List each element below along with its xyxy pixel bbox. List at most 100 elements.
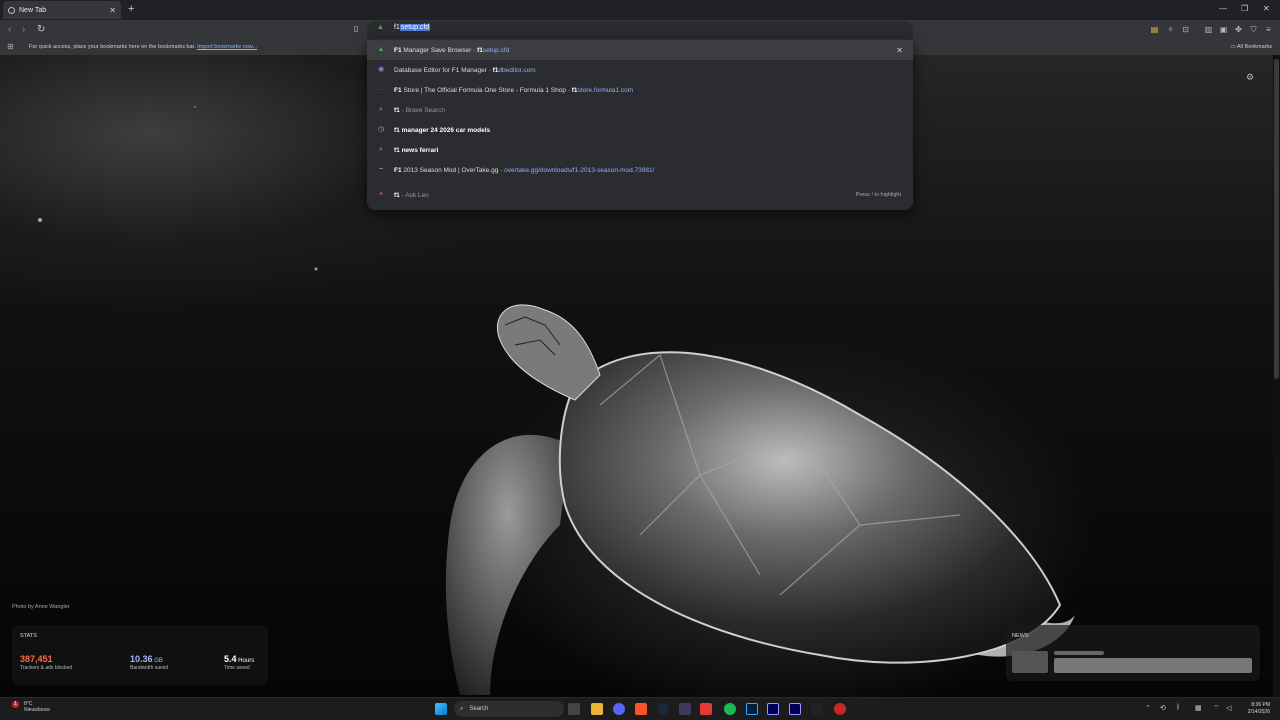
taskbar-search[interactable]: ⌕ Search xyxy=(454,701,564,717)
suggestion-item[interactable]: ⌕ f1 - Brave Search xyxy=(367,100,913,120)
language-icon[interactable]: ▦ xyxy=(1195,704,1202,712)
stat-value: 387,451 xyxy=(20,654,72,664)
new-tab-button[interactable]: + xyxy=(128,3,134,15)
suggestion-item[interactable]: ~ F1 2013 Season Mod | OverTake.gg - over… xyxy=(367,160,913,180)
screenshot-icon[interactable]: ⊡ xyxy=(1181,25,1190,34)
brave-icon[interactable] xyxy=(635,703,647,715)
photo-credit[interactable]: Photo by Anne Wangler xyxy=(12,604,70,610)
wallet-icon[interactable]: ▤ xyxy=(1150,25,1159,34)
autocomplete-selection: setup.cfd xyxy=(399,24,431,31)
photoshop-icon[interactable] xyxy=(746,703,758,715)
terminal-icon[interactable] xyxy=(811,703,823,715)
restore-button[interactable]: ❐ xyxy=(1241,4,1248,13)
system-clock[interactable]: 8:36 PM 2/14/2026 xyxy=(1248,702,1270,716)
extensions-icon[interactable]: ✧ xyxy=(1166,25,1175,34)
news-thumbnail-placeholder xyxy=(1012,651,1048,673)
stat-trackers: 387,451 Trackers & ads blocked xyxy=(20,654,72,671)
overtake-icon: ~ xyxy=(378,166,384,173)
address-bar[interactable] xyxy=(367,21,913,39)
premiere-icon[interactable] xyxy=(767,703,779,715)
suggestion-title: Store | The Official Formula One Store -… xyxy=(401,86,566,94)
tab-new-tab[interactable]: New Tab ✕ xyxy=(3,1,121,19)
suggestion-url: f1dbeditor.com xyxy=(492,66,536,74)
folder-icon: ▭ xyxy=(1230,44,1236,50)
news-widget[interactable]: NEWS xyxy=(1006,625,1260,681)
clock-time: 8:36 PM xyxy=(1251,702,1270,708)
remove-suggestion-icon[interactable]: ✕ xyxy=(896,46,903,55)
f1-icon: — xyxy=(377,86,385,93)
address-input[interactable]: f1 setup.cfd xyxy=(394,24,431,31)
app-icon[interactable] xyxy=(834,703,846,715)
stats-widget: STATS 387,451 Trackers & ads blocked 10.… xyxy=(12,625,268,685)
all-bookmarks-button[interactable]: ▭ All Bookmarks xyxy=(1230,44,1272,50)
taskbar: 1 8°C Nieuwbouw ⌕ Search ⌃ ⟲ ᛒ ▦ ⌔ ◁ 8:3… xyxy=(0,697,1280,720)
suggestion-title: Manager Save Browser xyxy=(401,46,472,54)
clock-date: 2/14/2026 xyxy=(1247,709,1270,715)
url-match: f1 xyxy=(477,46,483,54)
screen: New Tab ✕ + — ❐ ✕ ‹ › ↻ ▤ ✧ ⊡ ▥ ▣ ✤ ⛉ ≡ … xyxy=(0,0,1280,720)
suggestion-text: f1 news ferrari xyxy=(394,147,438,154)
stat-number: 10.36 xyxy=(130,654,153,664)
suggestion-text: f1 - Brave Search xyxy=(394,107,445,114)
split-view-icon[interactable]: ▣ xyxy=(1219,25,1228,34)
scrollbar-thumb[interactable] xyxy=(1274,59,1279,379)
brave-shields-icon[interactable]: ⛉ xyxy=(1249,25,1258,34)
sidebar-icon[interactable]: ▥ xyxy=(1204,25,1213,34)
bluetooth-icon[interactable]: ᛒ xyxy=(1176,704,1180,711)
site-icon: ◉ xyxy=(377,66,385,73)
globe-icon xyxy=(8,6,15,14)
file-explorer-icon[interactable] xyxy=(591,703,603,715)
search-icon: ⌕ xyxy=(379,106,383,113)
stat-label: Bandwidth saved xyxy=(130,665,169,671)
suggestion-item[interactable]: ⌕ f1 news ferrari xyxy=(367,140,913,160)
after-effects-icon[interactable] xyxy=(789,703,801,715)
back-button[interactable]: ‹ xyxy=(8,24,11,35)
tab-title: New Tab xyxy=(19,6,47,14)
suggestion-text: F1 Store | The Official Formula One Stor… xyxy=(394,87,633,94)
url-match: f1 xyxy=(571,86,578,94)
search-placeholder: Search xyxy=(469,706,489,712)
weather-widget[interactable]: 1 8°C Nieuwbouw xyxy=(12,701,50,713)
reload-button[interactable]: ↻ xyxy=(37,24,45,35)
minimize-button[interactable]: — xyxy=(1219,4,1227,13)
gear-icon[interactable]: ⚙ xyxy=(1246,72,1254,83)
apps-grid-icon[interactable]: ⊞ xyxy=(7,42,14,51)
menu-icon[interactable]: ≡ xyxy=(1264,25,1273,34)
suggestion-item[interactable]: ◷ f1 manager 24 2026 car models xyxy=(367,120,913,140)
history-icon: ◷ xyxy=(377,126,385,133)
suggestion-source: Brave Search xyxy=(405,106,445,114)
search-icon: ⌕ xyxy=(460,705,464,712)
network-icon[interactable]: ⟲ xyxy=(1160,704,1166,712)
suggestion-item[interactable]: ◉ Database Editor for F1 Manager - f1dbed… xyxy=(367,60,913,80)
volume-icon[interactable]: ◁ xyxy=(1226,704,1231,712)
leo-icon: ✦ xyxy=(378,191,384,198)
chevron-up-icon[interactable]: ⌃ xyxy=(1145,704,1151,712)
suggestion-item[interactable]: — F1 Store | The Official Formula One Sto… xyxy=(367,80,913,100)
spotify-icon[interactable] xyxy=(724,703,736,715)
stat-bandwidth: 10.36 GB Bandwidth saved xyxy=(130,654,168,671)
app-icon[interactable] xyxy=(700,703,712,715)
windows-start-icon[interactable] xyxy=(435,703,447,715)
forward-button[interactable]: › xyxy=(22,24,25,35)
discord-icon[interactable] xyxy=(613,703,625,715)
close-tab-icon[interactable]: ✕ xyxy=(109,6,116,15)
bookmarks-message: For quick access, place your bookmarks h… xyxy=(29,44,257,50)
stat-label: Trackers & ads blocked xyxy=(20,665,73,671)
matched-query: F1 xyxy=(394,46,402,54)
all-bookmarks-label: All Bookmarks xyxy=(1236,44,1272,50)
suggestion-item[interactable]: ✦ f1 - Ask Leo Press ! to highlight xyxy=(367,185,913,205)
puzzle-icon[interactable]: ✤ xyxy=(1234,25,1243,34)
bookmark-icon[interactable]: ▯ xyxy=(354,24,358,33)
steam-icon[interactable] xyxy=(657,703,669,715)
suggestion-title: Database Editor for F1 Manager xyxy=(394,66,487,74)
wifi-icon[interactable]: ⌔ xyxy=(1213,704,1220,713)
suggestion-url: f1setup.cfd xyxy=(477,46,510,54)
import-bookmarks-link[interactable]: Import bookmarks now... xyxy=(197,44,257,50)
app-icon[interactable] xyxy=(679,703,691,715)
page-scrollbar[interactable] xyxy=(1273,55,1280,697)
stat-unit: GB xyxy=(152,658,163,664)
task-view-icon[interactable] xyxy=(568,703,580,715)
close-window-button[interactable]: ✕ xyxy=(1263,4,1270,13)
suggestion-item[interactable]: ▲ F1 Manager Save Browser - f1setup.cfd ✕ xyxy=(367,40,913,60)
suggestion-title: 2013 Season Mod | OverTake.gg xyxy=(401,166,499,174)
